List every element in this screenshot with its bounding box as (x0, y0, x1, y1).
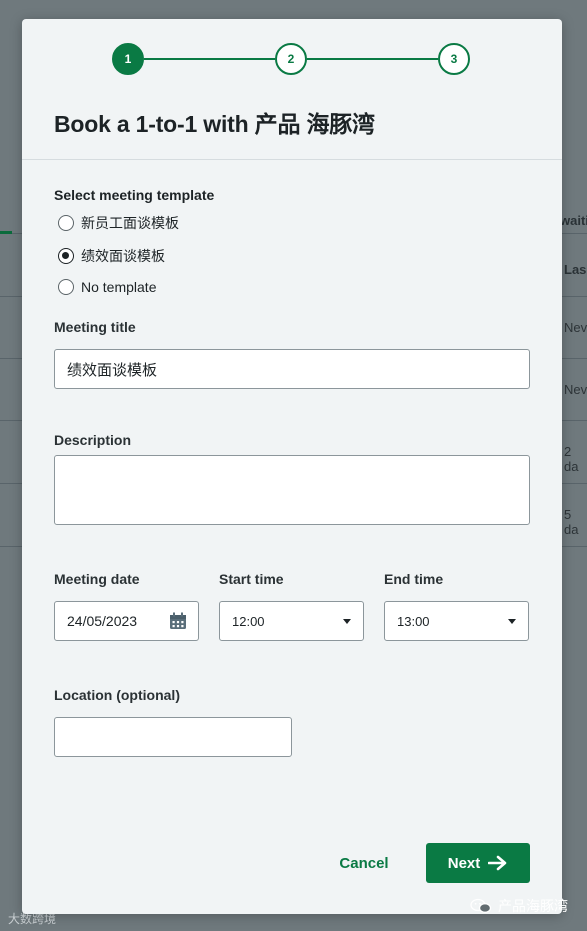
chevron-down-icon (343, 619, 351, 624)
background-column-header: waiti (560, 213, 587, 228)
step-2: 2 (275, 43, 307, 75)
next-button-label: Next (447, 854, 481, 872)
end-time-select[interactable]: 13:00 (384, 601, 529, 641)
step-3: 3 (438, 43, 470, 75)
stepper: 1 2 3 (112, 43, 470, 75)
meeting-date-input[interactable]: 24/05/2023 (54, 601, 199, 641)
background-cell: Nev (564, 320, 587, 335)
header-divider (22, 159, 562, 160)
modal-title: Book a 1-to-1 with 产品 海豚湾 (54, 111, 375, 137)
background-column-header: Las (564, 262, 587, 277)
meeting-date-label: Meeting date (54, 571, 140, 587)
template-section-label: Select meeting template (54, 187, 215, 203)
chevron-down-icon (508, 619, 516, 624)
next-button[interactable]: Next (426, 843, 530, 883)
radio-button[interactable] (58, 215, 74, 231)
meeting-date-value: 24/05/2023 (67, 613, 138, 629)
radio-label: 新员工面谈模板 (81, 215, 179, 231)
step-connector (144, 58, 275, 60)
start-time-value: 12:00 (232, 613, 265, 629)
calendar-icon[interactable] (169, 612, 187, 630)
description-textarea[interactable] (54, 455, 530, 525)
meeting-title-label: Meeting title (54, 319, 136, 335)
booking-modal: 1 2 3 Book a 1-to-1 with 产品 海豚湾 Select m… (22, 19, 562, 914)
location-label: Location (optional) (54, 687, 180, 703)
arrow-right-icon (488, 855, 507, 871)
description-label: Description (54, 432, 132, 448)
radio-label: 绩效面谈模板 (81, 248, 165, 264)
radio-label: No template (81, 279, 157, 295)
step-1: 1 (112, 43, 144, 75)
cancel-button[interactable]: Cancel (332, 843, 396, 883)
template-option-none[interactable]: No template (58, 279, 156, 295)
step-connector (307, 58, 438, 60)
radio-button[interactable] (58, 279, 74, 295)
radio-button-selected[interactable] (58, 248, 74, 264)
template-option-performance[interactable]: 绩效面谈模板 (58, 246, 165, 266)
background-cell: 5 da (564, 507, 579, 537)
background-active-tab-indicator (0, 231, 12, 234)
watermark-right-text: 产品海豚湾 (498, 898, 568, 914)
meeting-title-input[interactable]: 绩效面谈模板 (54, 349, 530, 389)
end-time-label: End time (384, 571, 444, 587)
location-input[interactable] (54, 717, 292, 757)
start-time-label: Start time (219, 571, 284, 587)
template-option-new-employee[interactable]: 新员工面谈模板 (58, 213, 179, 233)
background-cell: Nev (564, 382, 587, 397)
watermark-right: 产品海豚湾 (470, 896, 568, 916)
background-cell: 2 da (564, 444, 579, 474)
start-time-select[interactable]: 12:00 (219, 601, 364, 641)
wechat-icon (470, 898, 492, 913)
end-time-value: 13:00 (397, 613, 430, 629)
